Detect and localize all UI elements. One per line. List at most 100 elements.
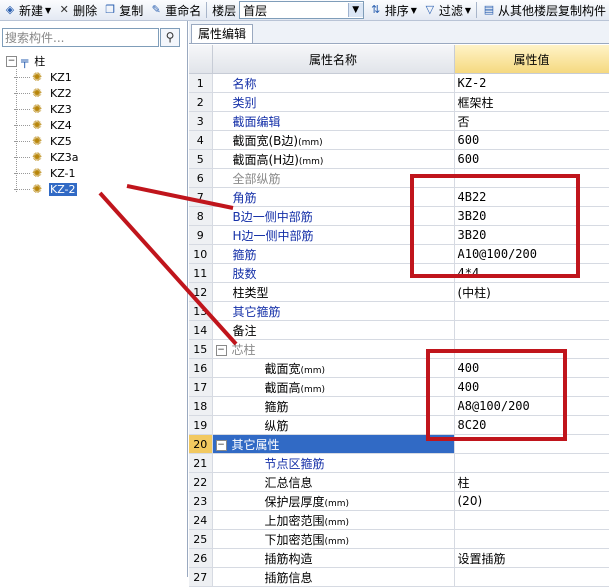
tree-item[interactable]: ✺ KZ1 bbox=[14, 69, 80, 85]
property-name-cell[interactable]: 上加密范围(mm) bbox=[212, 510, 455, 530]
sort-button[interactable]: ⇅ 排序 ▼ bbox=[366, 1, 420, 19]
copy-button[interactable]: ❐ 复制 bbox=[100, 1, 146, 19]
property-name-cell[interactable]: 全部纵筋 bbox=[212, 168, 455, 188]
property-row[interactable]: 6 全部纵筋 bbox=[189, 168, 609, 188]
property-name-cell[interactable]: 类别 bbox=[212, 92, 455, 112]
property-value-cell[interactable]: 400 bbox=[454, 377, 609, 397]
property-name-cell[interactable]: 截面编辑 bbox=[212, 111, 455, 131]
property-value-cell[interactable] bbox=[454, 510, 609, 530]
property-row[interactable]: 10 箍筋 A10@100/200 bbox=[189, 244, 609, 264]
tree-root-column[interactable]: − ╤ 柱 bbox=[6, 53, 80, 69]
property-value-cell[interactable]: (20) bbox=[454, 491, 609, 511]
group-collapse-icon[interactable]: − bbox=[215, 344, 227, 356]
property-row[interactable]: 27 插筋信息 bbox=[189, 567, 609, 587]
property-row[interactable]: 26 插筋构造 设置插筋 bbox=[189, 548, 609, 568]
property-name-cell[interactable]: 下加密范围(mm) bbox=[212, 529, 455, 549]
property-value-cell[interactable]: 柱 bbox=[454, 472, 609, 492]
property-name-cell[interactable]: 名称 bbox=[212, 73, 455, 93]
property-name-cell[interactable]: 插筋信息 bbox=[212, 567, 455, 587]
property-value-cell[interactable]: 4*4 bbox=[454, 263, 609, 283]
property-name-cell[interactable]: 保护层厚度(mm) bbox=[212, 491, 455, 511]
property-row[interactable]: 15− 芯柱 bbox=[189, 339, 609, 359]
tree-item[interactable]: ✺ KZ-2 bbox=[14, 181, 80, 197]
property-row[interactable]: 11 肢数 4*4 bbox=[189, 263, 609, 283]
property-value-cell[interactable] bbox=[454, 434, 609, 454]
property-value-cell[interactable] bbox=[454, 168, 609, 188]
property-value-cell[interactable]: 4B22 bbox=[454, 187, 609, 207]
property-row[interactable]: 13 其它箍筋 bbox=[189, 301, 609, 321]
floor-select[interactable]: 首层 ▼ bbox=[239, 1, 364, 19]
property-row[interactable]: 4 截面宽(B边)(mm) 600 bbox=[189, 130, 609, 150]
tab-property-edit[interactable]: 属性编辑 bbox=[191, 24, 254, 43]
property-row[interactable]: 25 下加密范围(mm) bbox=[189, 529, 609, 549]
property-value-cell[interactable]: 3B20 bbox=[454, 225, 609, 245]
property-name-cell[interactable]: 截面宽(mm) bbox=[212, 358, 455, 378]
property-name-cell[interactable]: − 其它属性 bbox=[212, 434, 455, 454]
property-name-cell[interactable]: 柱类型 bbox=[212, 282, 455, 302]
property-value-cell[interactable]: 否 bbox=[454, 111, 609, 131]
tree-item[interactable]: ✺ KZ-1 bbox=[14, 165, 80, 181]
property-value-cell[interactable]: KZ-2 bbox=[454, 73, 609, 93]
property-name-cell[interactable]: 箍筋 bbox=[212, 396, 455, 416]
property-value-cell[interactable]: 8C20 bbox=[454, 415, 609, 435]
collapse-icon[interactable]: − bbox=[6, 55, 17, 67]
property-value-cell[interactable] bbox=[454, 339, 609, 359]
new-button[interactable]: ◈ 新建 ▼ bbox=[0, 1, 54, 19]
property-row[interactable]: 16 截面宽(mm) 400 bbox=[189, 358, 609, 378]
property-row[interactable]: 9 H边一侧中部筋 3B20 bbox=[189, 225, 609, 245]
property-row[interactable]: 19 纵筋 8C20 bbox=[189, 415, 609, 435]
property-value-cell[interactable] bbox=[454, 301, 609, 321]
property-value-cell[interactable]: 600 bbox=[454, 130, 609, 150]
property-row[interactable]: 3 截面编辑 否 bbox=[189, 111, 609, 131]
property-value-cell[interactable]: A10@100/200 bbox=[454, 244, 609, 264]
tree-item[interactable]: ✺ KZ5 bbox=[14, 133, 80, 149]
property-name-cell[interactable]: 肢数 bbox=[212, 263, 455, 283]
property-row[interactable]: 21 节点区箍筋 bbox=[189, 453, 609, 473]
property-name-cell[interactable]: 截面宽(B边)(mm) bbox=[212, 130, 455, 150]
property-value-cell[interactable]: (中柱) bbox=[454, 282, 609, 302]
property-name-cell[interactable]: 插筋构造 bbox=[212, 548, 455, 568]
property-row[interactable]: 17 截面高(mm) 400 bbox=[189, 377, 609, 397]
tree-item[interactable]: ✺ KZ3a bbox=[14, 149, 80, 165]
property-value-cell[interactable]: 框架柱 bbox=[454, 92, 609, 112]
property-name-cell[interactable]: 其它箍筋 bbox=[212, 301, 455, 321]
rename-button[interactable]: ✎ 重命名 bbox=[146, 1, 204, 19]
group-collapse-icon[interactable]: − bbox=[215, 439, 227, 451]
property-value-cell[interactable]: A8@100/200 bbox=[454, 396, 609, 416]
tree-item[interactable]: ✺ KZ4 bbox=[14, 117, 80, 133]
property-row[interactable]: 22 汇总信息 柱 bbox=[189, 472, 609, 492]
property-value-cell[interactable] bbox=[454, 320, 609, 340]
property-name-cell[interactable]: H边一侧中部筋 bbox=[212, 225, 455, 245]
property-row[interactable]: 23 保护层厚度(mm) (20) bbox=[189, 491, 609, 511]
copy-from-floor-button[interactable]: ▤ 从其他楼层复制构件 bbox=[479, 1, 609, 19]
property-row[interactable]: 5 截面高(H边)(mm) 600 bbox=[189, 149, 609, 169]
property-name-cell[interactable]: B边一侧中部筋 bbox=[212, 206, 455, 226]
property-name-cell[interactable]: 节点区箍筋 bbox=[212, 453, 455, 473]
property-row[interactable]: 14 备注 bbox=[189, 320, 609, 340]
property-name-cell[interactable]: 纵筋 bbox=[212, 415, 455, 435]
property-name-cell[interactable]: 汇总信息 bbox=[212, 472, 455, 492]
property-row[interactable]: 7 角筋 4B22 bbox=[189, 187, 609, 207]
property-name-cell[interactable]: − 芯柱 bbox=[212, 339, 455, 359]
property-name-cell[interactable]: 截面高(H边)(mm) bbox=[212, 149, 455, 169]
property-value-cell[interactable]: 400 bbox=[454, 358, 609, 378]
property-row[interactable]: 20− 其它属性 bbox=[189, 434, 609, 454]
property-row[interactable]: 2 类别 框架柱 bbox=[189, 92, 609, 112]
property-name-cell[interactable]: 角筋 bbox=[212, 187, 455, 207]
property-name-cell[interactable]: 备注 bbox=[212, 320, 455, 340]
property-value-cell[interactable]: 设置插筋 bbox=[454, 548, 609, 568]
property-value-cell[interactable] bbox=[454, 453, 609, 473]
filter-button[interactable]: ▽ 过滤 ▼ bbox=[420, 1, 474, 19]
search-input[interactable]: 搜索构件... bbox=[2, 28, 159, 47]
property-row[interactable]: 18 箍筋 A8@100/200 bbox=[189, 396, 609, 416]
property-row[interactable]: 1 名称 KZ-2 bbox=[189, 73, 609, 93]
property-value-cell[interactable] bbox=[454, 529, 609, 549]
property-value-cell[interactable] bbox=[454, 567, 609, 587]
property-value-cell[interactable]: 600 bbox=[454, 149, 609, 169]
property-row[interactable]: 12 柱类型 (中柱) bbox=[189, 282, 609, 302]
delete-button[interactable]: ✕ 删除 bbox=[54, 1, 100, 19]
property-row[interactable]: 8 B边一侧中部筋 3B20 bbox=[189, 206, 609, 226]
tree-item[interactable]: ✺ KZ3 bbox=[14, 101, 80, 117]
property-name-cell[interactable]: 箍筋 bbox=[212, 244, 455, 264]
property-name-cell[interactable]: 截面高(mm) bbox=[212, 377, 455, 397]
